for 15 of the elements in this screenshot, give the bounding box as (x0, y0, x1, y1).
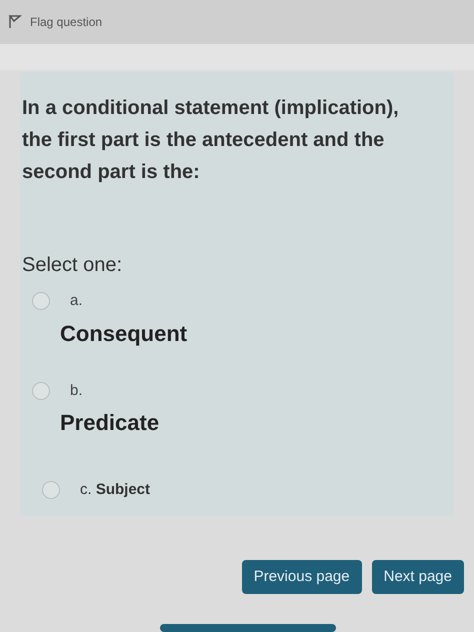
radio-button[interactable] (32, 382, 50, 400)
option-label: c. Subject (80, 480, 150, 500)
option-label: Consequent (59, 320, 188, 348)
submit-button[interactable] (160, 624, 336, 632)
radio-button[interactable] (32, 292, 50, 310)
question-text: In a conditional statement (implication), the first part is the antecedent and the second part is the: (22, 96, 400, 185)
flag-question-button[interactable]: Flag question (8, 13, 102, 31)
page-nav-button[interactable]: Previous page (242, 560, 362, 594)
option-letter: a. (70, 291, 83, 311)
page-nav-button[interactable]: Next page (372, 560, 464, 594)
radio-button[interactable] (42, 481, 60, 500)
option-label: Predicate (59, 409, 160, 437)
flag-icon (8, 15, 22, 29)
option-letter: b. (70, 380, 83, 400)
select-one-label: Select one: (22, 253, 124, 278)
